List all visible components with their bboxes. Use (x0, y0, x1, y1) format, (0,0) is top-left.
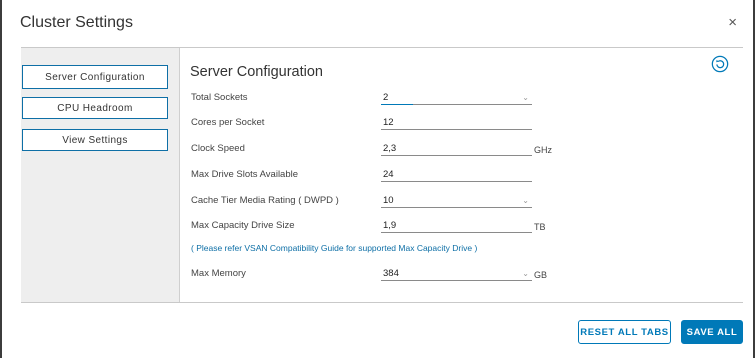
clock-speed-unit: GHz (534, 145, 552, 155)
sidebar-item-cpu-headroom[interactable]: CPU Headroom (22, 97, 168, 119)
max-drive-slots-value: 24 (383, 169, 394, 180)
total-sockets-select[interactable]: 2 ⌄ (381, 91, 532, 105)
max-memory-label: Max Memory (191, 268, 246, 279)
refresh-icon[interactable] (711, 55, 729, 73)
dialog-title: Cluster Settings (20, 14, 133, 31)
dialog-body: Server Configuration CPU Headroom View S… (21, 47, 743, 303)
sidebar: Server Configuration CPU Headroom View S… (21, 48, 180, 302)
cache-tier-rating-value: 10 (383, 195, 394, 206)
main-panel: Server Configuration Total Sockets 2 ⌄ C… (180, 48, 743, 302)
cores-per-socket-value: 12 (383, 117, 394, 128)
sidebar-item-view-settings[interactable]: View Settings (22, 129, 168, 151)
cores-per-socket-label: Cores per Socket (191, 117, 265, 128)
max-capacity-drive-input[interactable]: 1,9 (381, 219, 532, 233)
max-memory-select[interactable]: 384 ⌄ (381, 267, 532, 281)
cache-tier-rating-select[interactable]: 10 ⌄ (381, 194, 532, 208)
max-memory-value: 384 (383, 268, 399, 279)
total-sockets-label: Total Sockets (191, 92, 248, 103)
sidebar-item-server-configuration[interactable]: Server Configuration (22, 65, 168, 89)
chevron-down-icon: ⌄ (522, 93, 529, 102)
clock-speed-label: Clock Speed (191, 143, 245, 154)
chevron-down-icon: ⌄ (522, 196, 529, 205)
section-title: Server Configuration (190, 64, 323, 80)
max-capacity-drive-unit: TB (534, 222, 546, 232)
reset-all-tabs-button[interactable]: RESET ALL TABS (578, 320, 671, 344)
cluster-settings-dialog: Cluster Settings × Server Configuration … (0, 0, 755, 358)
max-drive-slots-label: Max Drive Slots Available (191, 169, 299, 180)
max-capacity-drive-value: 1,9 (383, 220, 397, 231)
max-drive-slots-input[interactable]: 24 (381, 168, 532, 182)
close-icon[interactable]: × (728, 15, 737, 31)
vsan-compatibility-note-link[interactable]: ( Please refer VSAN Compatibility Guide … (191, 243, 477, 253)
cores-per-socket-input[interactable]: 12 (381, 116, 532, 130)
cache-tier-rating-label: Cache Tier Media Rating ( DWPD ) (191, 195, 339, 206)
max-memory-unit: GB (534, 270, 548, 280)
total-sockets-value: 2 (383, 92, 389, 103)
clock-speed-input[interactable]: 2,3 (381, 142, 532, 156)
save-all-button[interactable]: SAVE ALL (681, 320, 743, 344)
focus-indicator (381, 104, 413, 105)
chevron-down-icon: ⌄ (522, 269, 529, 278)
max-capacity-drive-label: Max Capacity Drive Size (191, 220, 295, 231)
clock-speed-value: 2,3 (383, 143, 397, 154)
